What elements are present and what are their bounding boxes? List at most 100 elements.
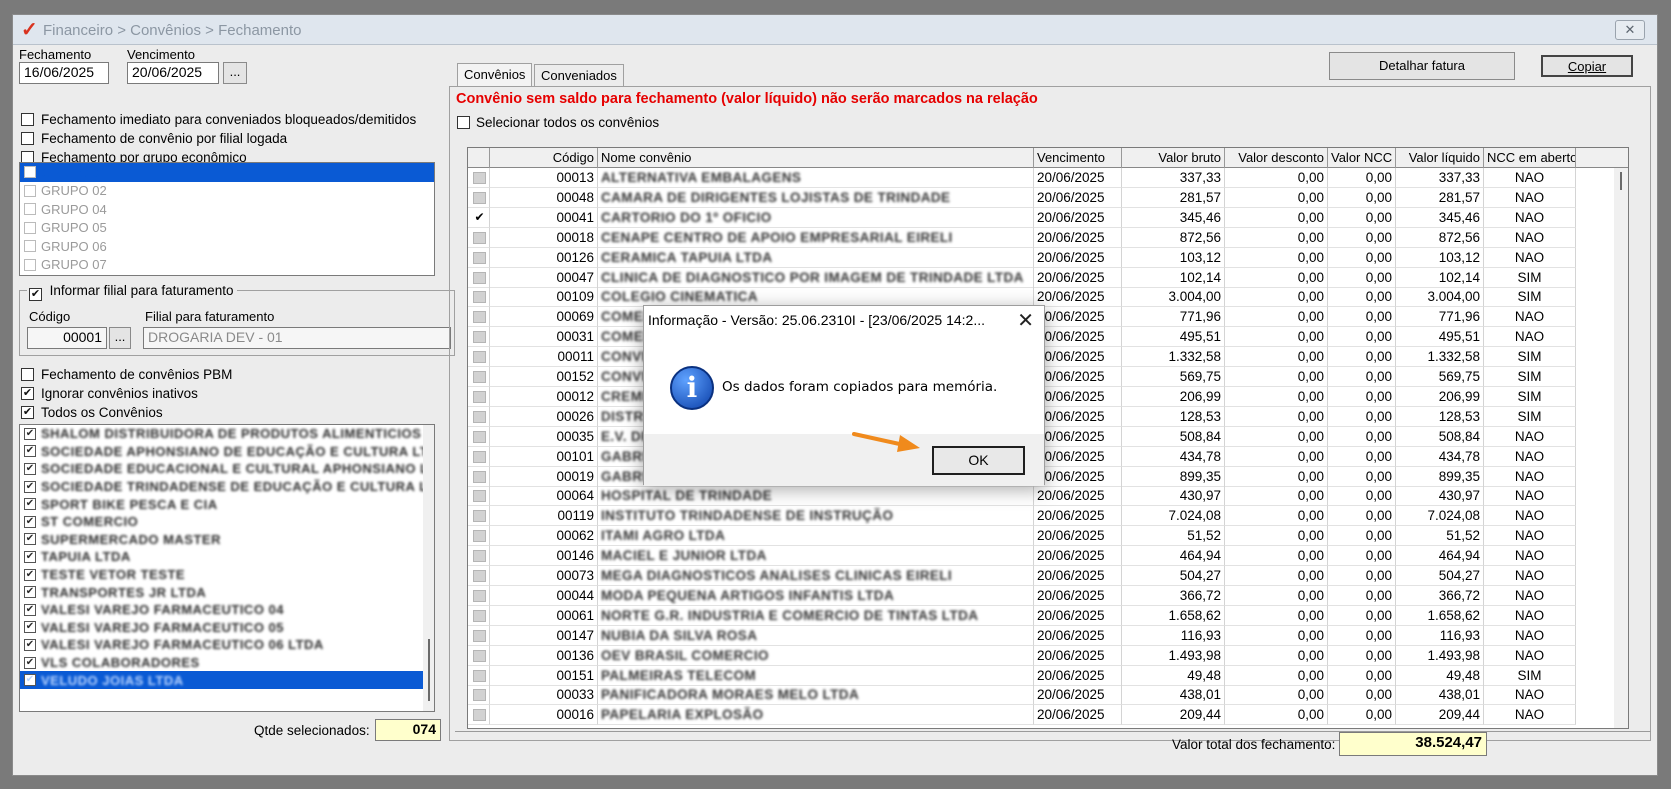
grid-column-header[interactable]: Vencimento bbox=[1034, 148, 1122, 168]
grid-scrollthumb[interactable] bbox=[1620, 172, 1622, 190]
convenio-item-checkbox[interactable]: ✔ bbox=[24, 533, 36, 546]
convenio-list-item[interactable]: ✔ SOCIEDADE TRINDADENSE DE EDUCAÇÃO E CUL… bbox=[20, 478, 434, 496]
row-checkbox[interactable] bbox=[473, 390, 486, 403]
row-checkbox[interactable] bbox=[473, 450, 486, 463]
group-item-checkbox[interactable] bbox=[24, 166, 36, 179]
row-checkbox[interactable] bbox=[473, 172, 486, 184]
detalhar-fatura-button[interactable]: Detalhar fatura bbox=[1329, 52, 1515, 80]
convenios-listbox[interactable]: ✔ SHALOM DISTRIBUIDORA DE PRODUTOS ALIMEN… bbox=[19, 424, 435, 712]
row-checkbox[interactable] bbox=[473, 510, 486, 523]
select-all-checkbox[interactable] bbox=[457, 116, 470, 129]
grid-row[interactable]: ✔ 00041 CARTORIO DO 1º OFICIO 20/06/2025 345… bbox=[468, 207, 1628, 228]
grid-row[interactable]: 00012 CREMESP 20/06/2025 206,99 0,00 0,00 206,… bbox=[468, 386, 1628, 407]
row-checkbox[interactable] bbox=[473, 629, 486, 642]
row-checkbox[interactable] bbox=[473, 311, 486, 324]
group-item-checkbox[interactable] bbox=[24, 184, 36, 197]
convenio-item-checkbox[interactable]: ✔ bbox=[24, 674, 36, 687]
option2-checkbox[interactable]: ✔ bbox=[21, 406, 34, 419]
grid-row[interactable]: 00048 CAMARA DE DIRIGENTES LOJISTAS DE TR… bbox=[468, 187, 1628, 208]
convenio-list-item[interactable]: ✔ TRANSPORTES JR LTDA bbox=[20, 583, 434, 601]
convenio-item-checkbox[interactable]: ✔ bbox=[24, 586, 36, 599]
option-checkbox[interactable] bbox=[21, 113, 34, 126]
date-picker-button[interactable]: ... bbox=[223, 62, 247, 84]
grid-row[interactable]: 00062 ITAMI AGRO LTDA 20/06/2025 51,52 0,00 0… bbox=[468, 526, 1628, 547]
row-checkbox[interactable] bbox=[473, 589, 486, 602]
group-item-checkbox[interactable] bbox=[24, 203, 36, 216]
row-checkbox[interactable]: ✔ bbox=[473, 211, 486, 224]
fechamento-date-input[interactable]: 16/06/2025 bbox=[19, 62, 109, 84]
convenio-list-item[interactable]: ✔ VELUDO JOIAS LTDA bbox=[20, 671, 434, 689]
grid-row[interactable]: 00019GABRIEL ALVES20/06/2025899,350,000,… bbox=[468, 466, 1628, 487]
tab-convenios[interactable]: Convênios bbox=[457, 63, 533, 87]
convenio-item-checkbox[interactable]: ✔ bbox=[24, 550, 36, 563]
convenio-list-item[interactable]: ✔ VALESI VAREJO FARMACEUTICO 05 bbox=[20, 619, 434, 637]
row-checkbox[interactable] bbox=[473, 231, 486, 244]
grid-row[interactable]: 00018 CENAPE CENTRO DE APOIO EMPRESARIAL … bbox=[468, 227, 1628, 248]
group-list-item[interactable]: GRUPO 07 bbox=[20, 256, 434, 275]
filial-faturamento-input[interactable]: DROGARIA DEV - 01 bbox=[143, 327, 451, 349]
convenio-list-item[interactable]: ✔ ST COMERCIO bbox=[20, 513, 434, 531]
grid-row[interactable]: 00011CONVENIO MUNICIPAL20/06/20251.332,5… bbox=[468, 347, 1628, 368]
row-checkbox[interactable] bbox=[473, 609, 486, 622]
grid-column-header[interactable]: NCC em aberto bbox=[1484, 148, 1576, 168]
grid-row[interactable]: 00031COMERCIO ATACADISTA20/06/2025495,51… bbox=[468, 327, 1628, 348]
dialog-close-button[interactable]: ✕ bbox=[1017, 308, 1034, 333]
convenio-item-checkbox[interactable]: ✔ bbox=[24, 603, 36, 616]
grid-row[interactable]: 00101 GABRIEL 20/06/2025 434,78 0,00 0,00 434,… bbox=[468, 446, 1628, 467]
convenio-list-item[interactable]: ✔ VLS COLABORADORES bbox=[20, 654, 434, 672]
convenio-item-checkbox[interactable]: ✔ bbox=[24, 480, 36, 493]
convenio-list-item[interactable]: ✔ TESTE VETOR TESTE bbox=[20, 566, 434, 584]
option-checkbox[interactable] bbox=[21, 132, 34, 145]
row-checkbox[interactable] bbox=[473, 351, 486, 364]
ok-button[interactable]: OK bbox=[932, 446, 1025, 475]
row-checkbox[interactable] bbox=[473, 689, 486, 702]
grid-row[interactable]: 00136 OEV BRASIL COMERCIO 20/06/2025 1.493,… bbox=[468, 645, 1628, 666]
grid-row[interactable]: 00064 HOSPITAL DE TRINDADE 20/06/2025 430,9… bbox=[468, 486, 1628, 507]
convenio-item-checkbox[interactable]: ✔ bbox=[24, 515, 36, 528]
option2-checkbox[interactable]: ✔ bbox=[21, 387, 34, 400]
grid-row[interactable]: 00013 ALTERNATIVA EMBALAGENS 20/06/2025 337… bbox=[468, 168, 1628, 188]
filial-checkbox[interactable]: ✔ bbox=[29, 288, 42, 301]
group-list-item[interactable]: GRUPO 02 bbox=[20, 182, 434, 201]
grid-row[interactable]: 00044 MODA PEQUENA ARTIGOS INFANTIS LTDA 2… bbox=[468, 585, 1628, 606]
grid-row[interactable]: 00109 COLEGIO CINEMATICA 20/06/2025 3.004,0… bbox=[468, 287, 1628, 308]
convenio-item-checkbox[interactable]: ✔ bbox=[24, 621, 36, 634]
grid-column-header[interactable]: Valor líquido bbox=[1396, 148, 1484, 168]
option2-checkbox[interactable] bbox=[21, 368, 34, 381]
row-checkbox[interactable] bbox=[473, 291, 486, 304]
group-item-checkbox[interactable] bbox=[24, 221, 36, 234]
grid-row[interactable]: 00033 PANIFICADORA MORAES MELO LTDA 20/06/… bbox=[468, 685, 1628, 706]
grid-row[interactable]: 00119 INSTITUTO TRINDADENSE DE INSTRUÇÃO 2… bbox=[468, 506, 1628, 527]
convenio-item-checkbox[interactable]: ✔ bbox=[24, 568, 36, 581]
grid-row[interactable]: 00152CONVENIO SAUDE20/06/2025569,750,000… bbox=[468, 367, 1628, 387]
convenio-list-item[interactable]: ✔ SOCIEDADE EDUCACIONAL E CULTURAL APHONS… bbox=[20, 460, 434, 478]
grid-row[interactable]: 00026DISTRIBUIDORA20/06/2025128,530,000,… bbox=[468, 406, 1628, 427]
convenio-list-item[interactable]: ✔ VALESI VAREJO FARMACEUTICO 06 LTDA bbox=[20, 636, 434, 654]
grid-scrollbar[interactable] bbox=[1614, 168, 1628, 728]
row-checkbox[interactable] bbox=[473, 191, 486, 204]
convenio-item-checkbox[interactable]: ✔ bbox=[24, 427, 36, 440]
row-checkbox[interactable] bbox=[473, 470, 486, 483]
convenio-list-item[interactable]: ✔ SPORT BIKE PESCA E CIA bbox=[20, 495, 434, 513]
group-list-item[interactable]: GRUPO 06 bbox=[20, 237, 434, 256]
grid-column-header[interactable]: Código bbox=[490, 148, 598, 168]
grid-column-header[interactable]: Valor NCC bbox=[1328, 148, 1396, 168]
vencimento-date-input[interactable]: 20/06/2025 bbox=[127, 62, 219, 84]
grid-row[interactable]: 00069COMERCIAL DE VIDROS20/06/2025771,96… bbox=[468, 307, 1628, 328]
group-list-item[interactable]: GRUPO 04 bbox=[20, 200, 434, 219]
grid-row[interactable]: 00146 MACIEL E JUNIOR LTDA 20/06/2025 464,9… bbox=[468, 546, 1628, 567]
convenio-item-checkbox[interactable]: ✔ bbox=[24, 638, 36, 651]
grid-row[interactable]: 00147 NUBIA DA SILVA ROSA 20/06/2025 116,93… bbox=[468, 625, 1628, 646]
convenio-list-item[interactable]: ✔ TAPUIA LTDA bbox=[20, 548, 434, 566]
group-item-checkbox[interactable] bbox=[24, 258, 36, 271]
grid-column-header[interactable]: Valor bruto bbox=[1122, 148, 1225, 168]
copiar-button[interactable]: Copiar bbox=[1541, 55, 1633, 77]
row-checkbox[interactable] bbox=[473, 669, 486, 682]
convenio-item-checkbox[interactable]: ✔ bbox=[24, 445, 36, 458]
row-checkbox[interactable] bbox=[473, 709, 486, 722]
row-checkbox[interactable] bbox=[473, 490, 486, 503]
window-close-button[interactable]: ✕ bbox=[1615, 20, 1645, 40]
convenio-list-item[interactable]: ✔ SOCIEDADE APHONSIANO DE EDUCAÇÃO E CULT… bbox=[20, 443, 434, 461]
group-list-item[interactable]: GRUPO 01 bbox=[20, 163, 434, 182]
row-checkbox[interactable] bbox=[473, 271, 486, 284]
